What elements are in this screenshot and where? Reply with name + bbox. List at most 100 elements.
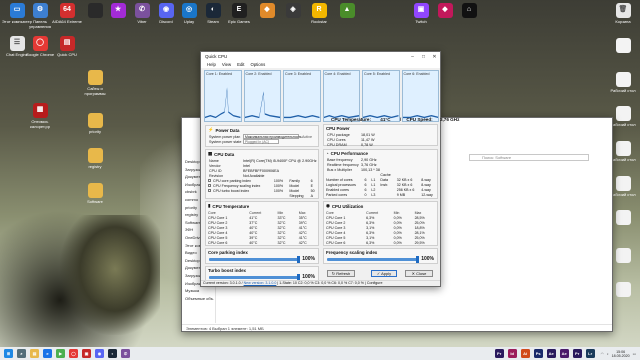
cpu-power-title: CPU Power	[326, 126, 350, 131]
desktop-icon-label: AIDA64 Extreme	[52, 19, 82, 24]
desktop-icon-26[interactable]: 🗑 Корзина	[606, 3, 640, 25]
core-graph-label: Core 2: Enabled	[245, 72, 272, 76]
desktop-icon-28[interactable]: Рабочий стол	[606, 72, 640, 94]
turbo-boost-slider[interactable]	[209, 273, 301, 281]
cpu-temperature-panel: ▮ CPU Temperature Core Current Min Max CPU Co…	[205, 201, 319, 246]
taskbar-app-1[interactable]: Pr	[494, 349, 504, 358]
desktop-icon-22[interactable]: ▦ Оптимиз. калорет.pp	[23, 103, 57, 129]
menu-item-edit[interactable]: Edit	[237, 62, 244, 67]
taskbar-app-3[interactable]: ▤	[30, 349, 39, 358]
power-icon: ⚡	[208, 127, 214, 132]
app-icon: ◆	[437, 3, 453, 18]
cpu-performance-grid: Cache Number of cores 6 L1 Data 32 KB x 6 8-wa…	[324, 173, 437, 198]
desktop-icon-17[interactable]: ⌂	[452, 3, 486, 20]
taskbar-app-4[interactable]: e	[43, 349, 52, 358]
close-button[interactable]: ✕ Close	[405, 270, 433, 277]
wifi-icon[interactable]: ◠	[601, 352, 604, 356]
utilization-icon: ◉	[326, 203, 330, 208]
app-icon: ▤	[59, 36, 75, 51]
taskbar-app-9[interactable]: ◐	[108, 349, 117, 358]
core-graph-1: Core 1: Enabled	[204, 70, 242, 122]
desktop-icon-label: Корзина	[615, 19, 631, 24]
taskbar-app-8[interactable]: Lr	[585, 349, 595, 358]
clock[interactable]: 15:06 18.05.2020	[612, 350, 630, 358]
menu-item-view[interactable]: View	[222, 62, 231, 67]
core-parking-slider[interactable]	[209, 255, 301, 263]
app-icon: ▲	[339, 3, 355, 18]
app-icon: ⌂	[461, 3, 477, 18]
taskbar-app-5[interactable]: ▶	[56, 349, 65, 358]
core-graph-5: Core 5: Enabled	[362, 70, 400, 122]
menu-item-help[interactable]: Help	[207, 62, 216, 67]
checkbox[interactable]	[208, 184, 211, 188]
quick-cpu-titlebar[interactable]: Quick CPU – □ ✕	[201, 52, 440, 61]
core-usage-line	[284, 114, 320, 119]
desktop-icon-25[interactable]: Software	[78, 183, 112, 205]
desktop-icon-23[interactable]: priority	[78, 113, 112, 135]
desktop-icon-14[interactable]: ▲	[330, 3, 364, 20]
desktop-icon-20[interactable]: ▤ Quick CPU	[50, 36, 84, 58]
checkbox[interactable]	[208, 189, 211, 193]
taskbar-app-6[interactable]: ◯	[69, 349, 78, 358]
taskbar-app-7[interactable]: ▣	[82, 349, 91, 358]
desktop-icon-27[interactable]	[606, 38, 640, 55]
core-parking-label: Core parking index	[208, 250, 248, 255]
desktop-icon-label: Epic Games	[228, 19, 250, 24]
apply-button[interactable]: ✓ Apply	[371, 270, 397, 277]
menu-bar: Help View Edit Options	[201, 61, 440, 68]
frequency-scaling-slider[interactable]	[327, 255, 420, 263]
nav-item[interactable]: Музыка	[182, 287, 215, 295]
maximize-button[interactable]: □	[418, 54, 429, 60]
core-graph-label: Core 6: Enabled	[403, 72, 430, 76]
core-graph-label: Core 5: Enabled	[364, 72, 390, 76]
nav-item[interactable]: Объемные объ.	[182, 295, 215, 303]
taskbar-app-1[interactable]: ⊞	[4, 349, 13, 358]
taskbar-app-5[interactable]: Ae	[546, 349, 556, 358]
desktop-icon-24[interactable]: registry	[78, 148, 112, 170]
app-icon	[87, 113, 103, 128]
wallpaper-dog	[60, 215, 160, 335]
core-graph-4: Core 4: Enabled	[322, 70, 360, 122]
app-icon: ▣	[413, 3, 429, 18]
power-state-select[interactable]: Plugged In (AC)	[243, 139, 279, 145]
frequency-scaling-slider-knob[interactable]	[416, 255, 420, 263]
cpu-name-row: Name Intel(R) Core(TM) i5-9400F CPU @ 2.9…	[209, 158, 317, 163]
app-icon: ✆	[134, 3, 150, 18]
turbo-boost-panel: Turbo boost index 100%	[205, 266, 319, 281]
cpu-temperature-title: ▮ CPU Temperature	[208, 203, 250, 209]
cpu-data-title: ▦ CPU Data	[208, 151, 235, 157]
refresh-button[interactable]: ↻ Refresh	[327, 270, 355, 277]
power-data-title: ⚡ Power Data	[208, 127, 240, 133]
taskbar-app-6[interactable]: Ae	[559, 349, 569, 358]
taskbar-app-3[interactable]: Ai	[520, 349, 530, 358]
taskbar-app-2[interactable]: ⌕	[17, 349, 26, 358]
close-window-button[interactable]: ✕	[429, 54, 440, 60]
notifications-icon[interactable]: ▭	[633, 352, 636, 356]
taskbar-app-2[interactable]: Id	[507, 349, 517, 358]
cpu-data-grid: CPU core parking index 100% Family 6 CPU Fre…	[206, 179, 318, 199]
window-title: Quick CPU	[205, 54, 228, 59]
frequency-scaling-panel: Frequency scaling index 100%	[323, 248, 438, 264]
clock-date: 18.05.2020	[611, 353, 630, 358]
explorer-search-input[interactable]: Поиск: Software	[469, 154, 589, 161]
taskbar-app-7[interactable]: Pr	[572, 349, 582, 358]
desktop-icon-21[interactable]: Сайты и программы	[78, 70, 112, 96]
core-parking-value: 100%	[302, 256, 315, 262]
cpu-performance-title: ◔ CPU Performance	[326, 151, 368, 156]
checkbox[interactable]	[208, 179, 211, 183]
taskbar-app-8[interactable]: ◉	[95, 349, 104, 358]
taskbar: ⊞ ⌕ ▤ e ▶ ◯ ▣ ◉ ◐ ✆ Pr Id Ai Ps Ae Ae Pr Lr ◠ ♪ 15:06 18…	[0, 347, 640, 360]
turbo-boost-label: Turbo boost index	[208, 268, 246, 273]
app-icon: E	[231, 3, 247, 18]
menu-item-options[interactable]: Options	[251, 62, 266, 67]
app-icon: R	[311, 3, 327, 18]
app-icon	[615, 106, 631, 121]
taskbar-app-10[interactable]: ✆	[121, 349, 130, 358]
cpu-data-panel: ▦ CPU Data Name Intel(R) Core(TM) i5-9400F…	[205, 149, 319, 199]
taskbar-app-4[interactable]: Ps	[533, 349, 543, 358]
new-version-link[interactable]: New version: 3.1.0.0	[244, 281, 277, 285]
minimize-button[interactable]: –	[407, 54, 418, 60]
volume-icon[interactable]: ♪	[607, 352, 609, 356]
app-icon	[87, 148, 103, 163]
core-parking-slider-knob[interactable]	[297, 255, 301, 263]
